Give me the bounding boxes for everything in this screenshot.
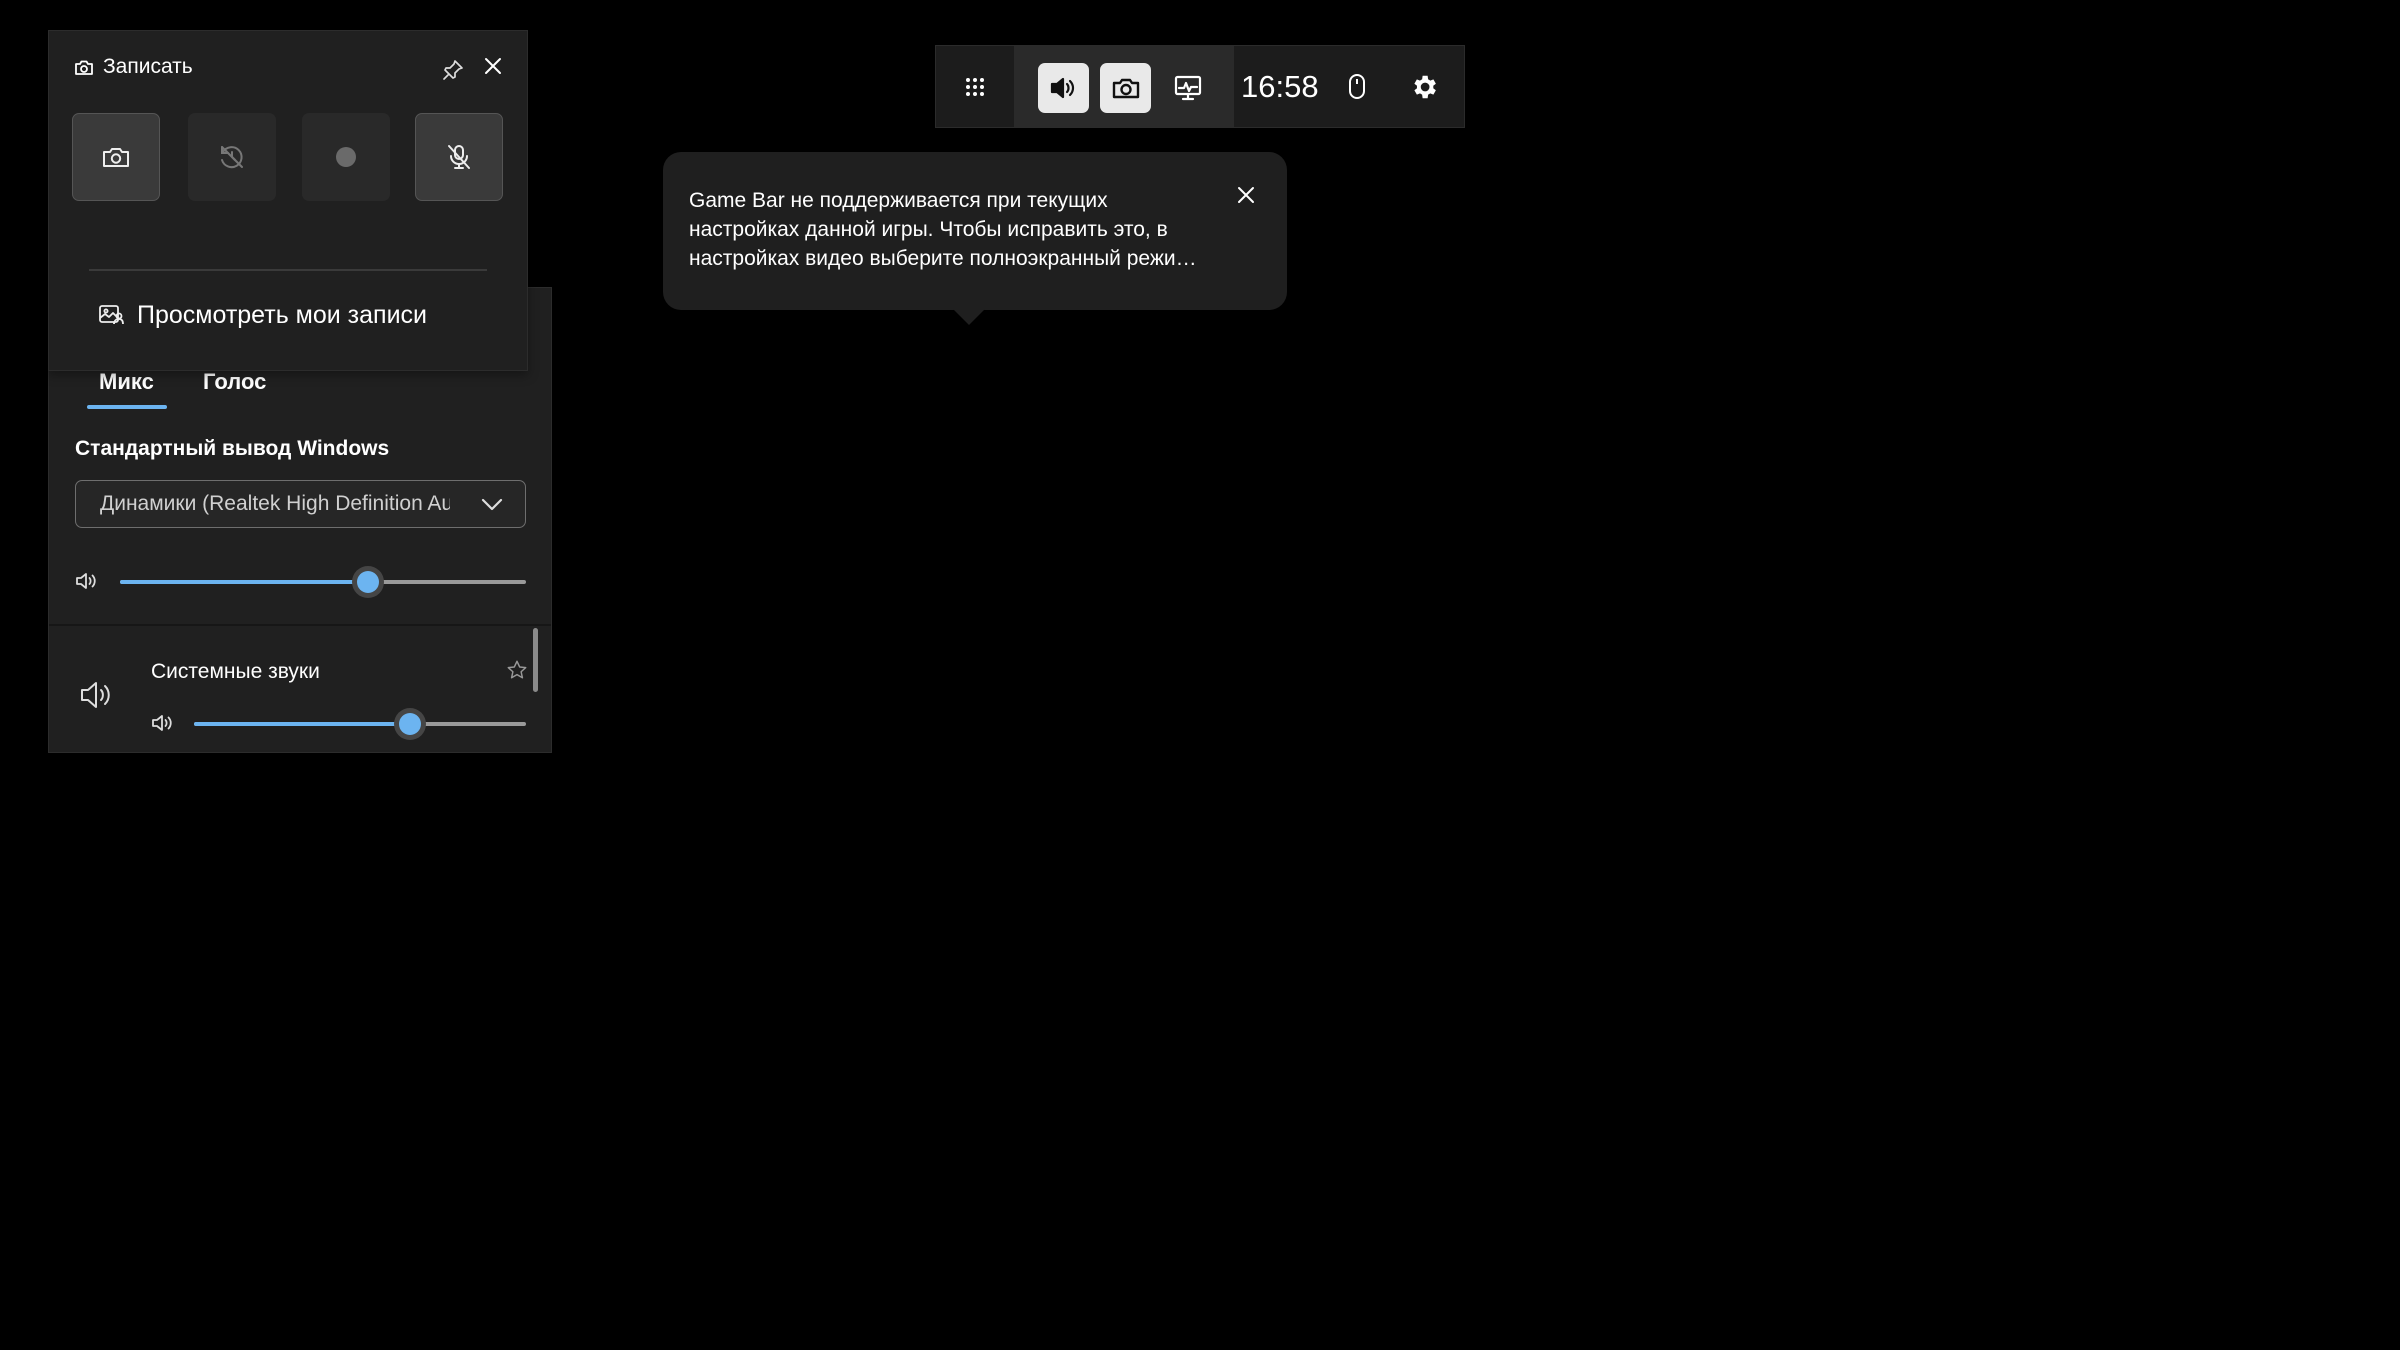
chevron-down-icon	[481, 498, 503, 511]
pin-icon	[443, 60, 463, 80]
microphone-toggle-button[interactable]	[415, 113, 503, 201]
widget-title: Записать	[103, 55, 193, 78]
record-last-button[interactable]	[188, 113, 276, 201]
camera-icon	[75, 60, 93, 75]
system-sounds-speaker-icon	[81, 682, 110, 708]
capture-widget: Записать Просмотреть мои записи	[48, 30, 528, 371]
close-widget-button[interactable]	[476, 49, 510, 83]
mouse-icon	[1349, 74, 1365, 99]
output-section-title: Стандартный вывод Windows	[75, 437, 390, 460]
game-bar-top: 16:58	[935, 45, 1465, 128]
camera-icon	[103, 148, 129, 167]
output-device-value: Динамики (Realtek High Definition Audio)	[100, 492, 450, 515]
mixer-divider	[49, 624, 551, 626]
output-device-dropdown[interactable]: Динамики (Realtek High Definition Audio)	[75, 480, 526, 528]
system-sounds-volume-slider[interactable]	[194, 709, 526, 739]
unsupported-game-notification: Game Bar не поддерживается при текущих н…	[663, 152, 1287, 325]
tab-selected-indicator	[87, 405, 167, 409]
speaker-icon	[1050, 77, 1074, 99]
view-recordings-label: Просмотреть мои записи	[137, 301, 428, 329]
pin-widget-button[interactable]	[436, 53, 470, 87]
capture-divider	[89, 269, 487, 271]
record-dot-icon	[336, 147, 356, 167]
camera-icon	[1112, 78, 1139, 99]
performance-widget-button[interactable]	[1162, 63, 1213, 113]
view-recordings-link[interactable]: Просмотреть мои записи	[97, 301, 427, 330]
master-volume-slider[interactable]	[120, 567, 526, 597]
close-icon	[485, 58, 501, 74]
notification-text: Game Bar не поддерживается при текущих н…	[689, 189, 1197, 270]
gear-icon	[1414, 75, 1436, 99]
slider-thumb[interactable]	[356, 571, 379, 593]
star-icon[interactable]	[506, 659, 528, 681]
mixer-scrollbar[interactable]	[533, 628, 538, 692]
slider-thumb[interactable]	[398, 713, 421, 735]
clock: 16:58	[1241, 69, 1319, 104]
app-name-system-sounds: Системные звуки	[151, 660, 320, 683]
notification-close-button[interactable]	[1227, 176, 1265, 214]
audio-widget-button[interactable]	[1038, 63, 1089, 113]
widget-menu-icon	[966, 78, 984, 96]
notification-pointer	[953, 309, 985, 325]
close-icon	[1238, 187, 1254, 203]
slider-fill	[120, 580, 368, 584]
record-last-icon	[221, 146, 243, 169]
tab-voice[interactable]: Голос	[203, 369, 266, 395]
start-recording-button[interactable]	[302, 113, 390, 201]
slider-fill	[194, 722, 410, 726]
tab-mix[interactable]: Микс	[99, 369, 154, 395]
capture-widget-button[interactable]	[1100, 63, 1151, 113]
app-volume-icon[interactable]	[151, 712, 175, 734]
mouse-lock-button[interactable]	[1336, 66, 1378, 108]
settings-button[interactable]	[1403, 66, 1445, 108]
master-volume-icon[interactable]	[75, 570, 99, 592]
gallery-icon	[99, 304, 124, 324]
widget-menu-button[interactable]	[954, 66, 996, 108]
screenshot-button[interactable]	[72, 113, 160, 201]
performance-icon	[1174, 75, 1201, 101]
mic-off-icon	[448, 145, 470, 169]
